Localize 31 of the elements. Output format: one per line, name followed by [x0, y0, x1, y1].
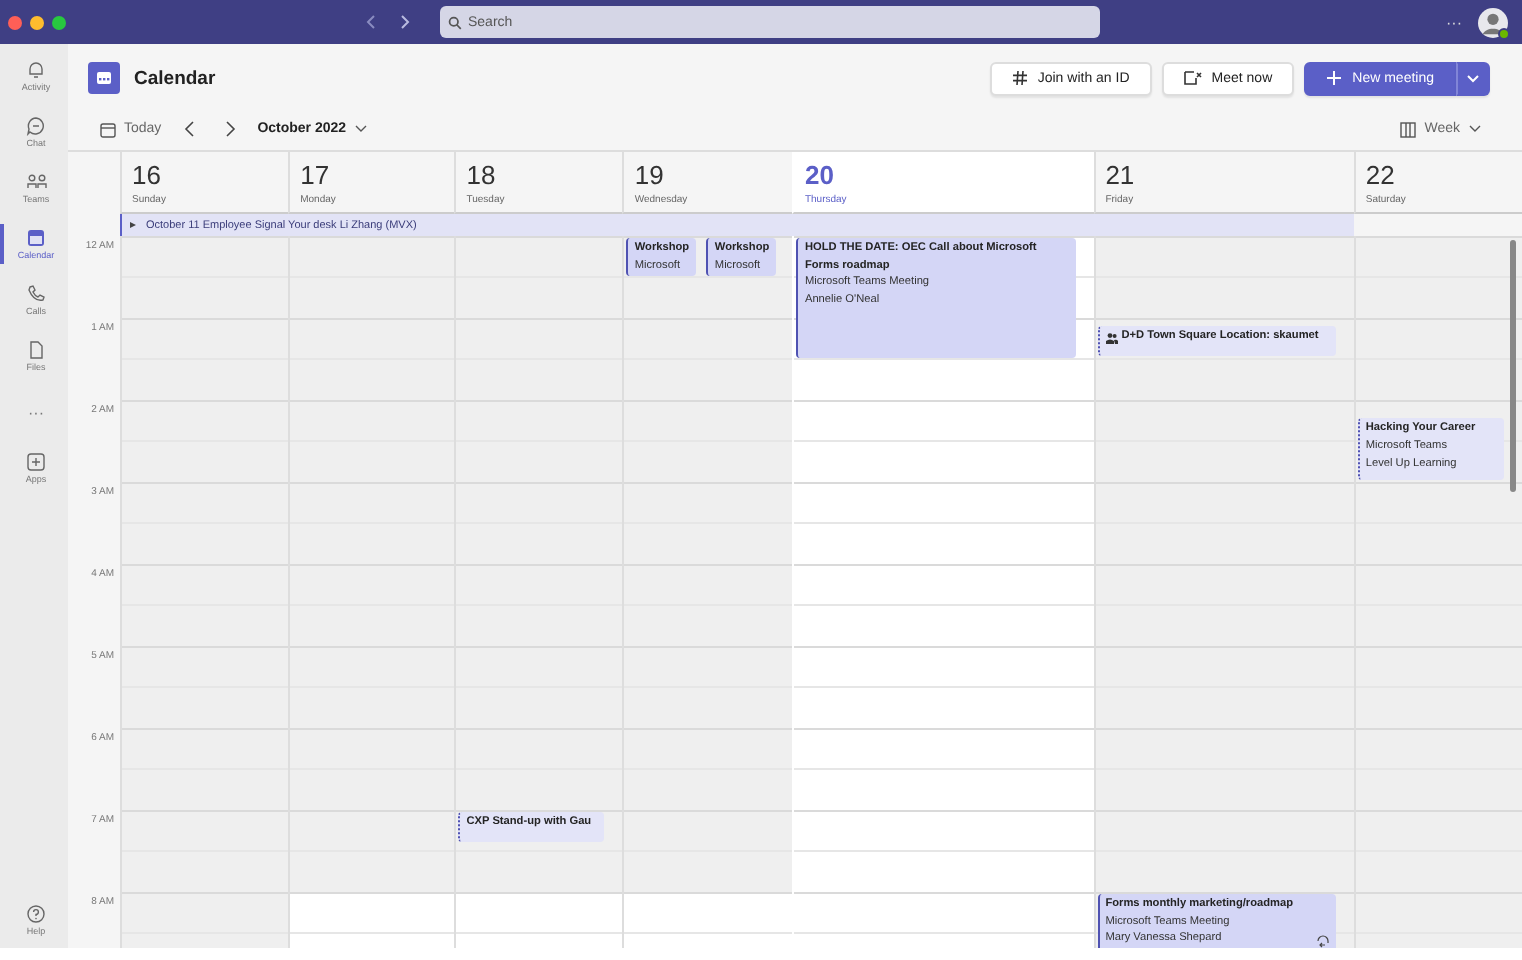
video-camera-icon — [1183, 70, 1202, 86]
phone-icon — [26, 284, 46, 304]
plus-icon — [1326, 70, 1343, 86]
hash-icon — [1011, 70, 1028, 86]
help-icon — [26, 904, 46, 924]
chevron-down-icon — [1468, 124, 1482, 134]
minimize-window-button[interactable] — [30, 15, 44, 29]
scrollbar[interactable] — [1510, 240, 1516, 492]
file-icon — [26, 340, 46, 360]
previous-week-icon[interactable] — [181, 120, 198, 138]
chevron-down-icon — [1466, 73, 1480, 83]
week-view-icon — [1400, 121, 1417, 137]
add-app-icon — [26, 452, 46, 472]
calendar-app-icon — [88, 62, 120, 94]
new-meeting-dropdown-button[interactable] — [1456, 61, 1490, 95]
close-window-button[interactable] — [8, 15, 22, 29]
people-icon — [25, 172, 47, 192]
people-icon — [1105, 331, 1118, 344]
more-options-button[interactable]: ··· — [1446, 13, 1462, 31]
next-week-icon[interactable] — [221, 120, 238, 138]
profile-avatar[interactable] — [1478, 7, 1508, 37]
recurring-icon — [1315, 933, 1330, 948]
chevron-down-icon — [354, 124, 369, 134]
chat-icon — [26, 116, 46, 136]
rail-item[interactable]: ··· — [0, 392, 68, 432]
bell-icon — [26, 60, 46, 80]
calendar-icon — [26, 228, 46, 248]
triangle-icon — [128, 220, 138, 230]
zoom-window-button[interactable] — [52, 15, 66, 29]
page-title: Calendar — [134, 67, 216, 89]
calendar-icon — [100, 121, 116, 137]
